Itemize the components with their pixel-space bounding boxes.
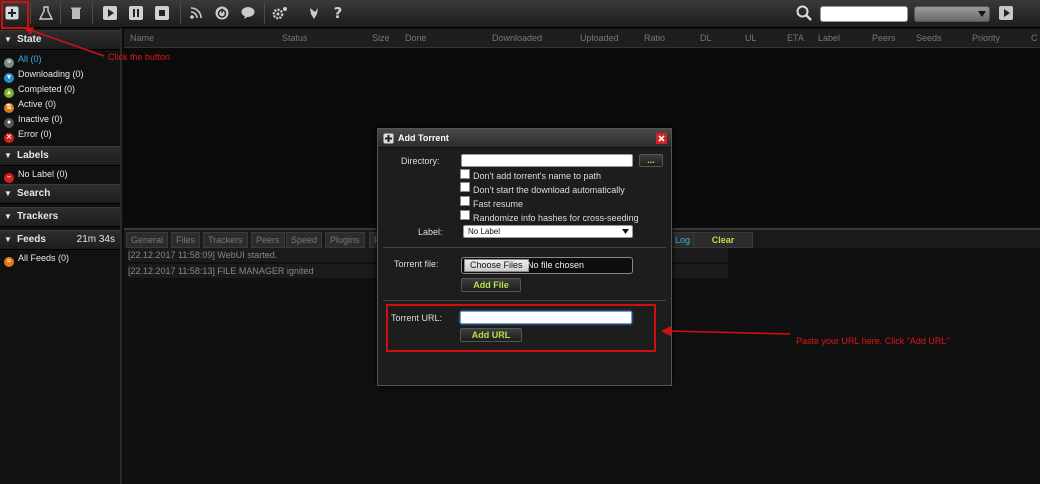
annotation-arrows xyxy=(24,27,791,336)
annotation-paste-url: Paste your URL here. Click "Add URL" xyxy=(796,336,950,346)
annotation-highlight-url xyxy=(386,304,656,352)
annotation-click-button: Click the button xyxy=(108,52,171,62)
